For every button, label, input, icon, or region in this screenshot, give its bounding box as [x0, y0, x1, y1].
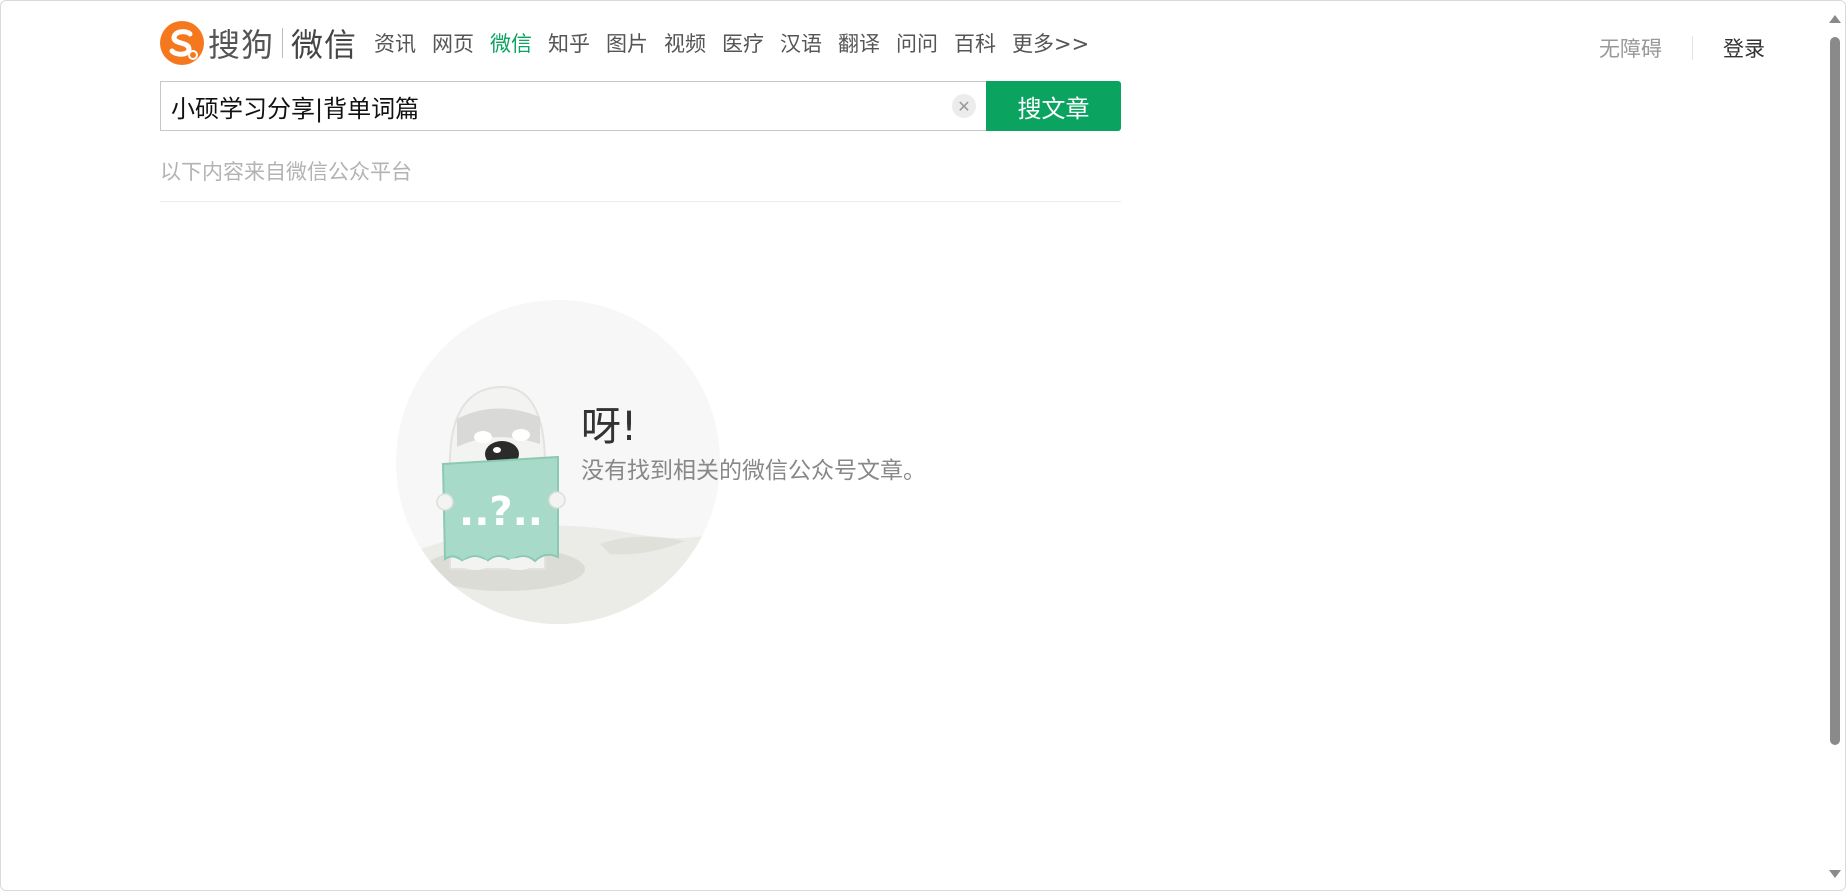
nav-item-wenwen[interactable]: 问问: [896, 29, 938, 59]
browser-page: 搜狗 微信 资讯 网页 微信 知乎 图片 视频 医疗 汉语 翻译 问问 百科 更…: [0, 0, 1846, 891]
header-divider: [160, 201, 1121, 202]
mascot-right-eye: [512, 429, 530, 441]
clear-search-icon[interactable]: ✕: [952, 94, 976, 118]
mascot-right-paw: [548, 491, 566, 509]
nav-item-images[interactable]: 图片: [606, 29, 648, 59]
accessibility-link[interactable]: 无障碍: [1599, 33, 1662, 63]
mascot-nose-highlight: [493, 447, 501, 453]
empty-state-message: 没有找到相关的微信公众号文章。: [581, 458, 926, 484]
logo-brand-text: 搜狗: [208, 26, 275, 64]
nav-item-zhihu[interactable]: 知乎: [548, 29, 590, 59]
mascot-left-eye: [474, 431, 492, 443]
nav-item-hanyu[interactable]: 汉语: [780, 29, 822, 59]
mascot-sign-text: ..?..: [459, 489, 543, 535]
nav-item-news[interactable]: 资讯: [374, 29, 416, 59]
sogou-weixin-logo[interactable]: 搜狗 微信: [160, 19, 357, 67]
mascot-left-foot: [461, 558, 489, 570]
empty-state-title: 呀!: [581, 404, 638, 450]
top-right-divider: [1692, 36, 1693, 60]
vertical-scrollbar[interactable]: [1825, 1, 1845, 890]
search-input[interactable]: [171, 82, 931, 130]
mascot-left-paw: [436, 493, 454, 511]
nav-item-baike[interactable]: 百科: [954, 29, 996, 59]
nav-item-translate[interactable]: 翻译: [838, 29, 880, 59]
nav-item-weixin[interactable]: 微信: [490, 29, 532, 59]
scroll-down-arrow-icon[interactable]: [1829, 870, 1841, 878]
top-right-links: 无障碍 登录: [1599, 33, 1765, 63]
login-link[interactable]: 登录: [1723, 33, 1765, 63]
mascot-right-foot: [505, 558, 533, 570]
nav-item-video[interactable]: 视频: [664, 29, 706, 59]
top-nav: 资讯 网页 微信 知乎 图片 视频 医疗 汉语 翻译 问问 百科 更多>>: [374, 29, 1105, 59]
logo-product-text: 微信: [291, 26, 358, 64]
logo-divider: [282, 28, 284, 58]
source-note: 以下内容来自微信公众平台: [160, 160, 412, 184]
sogou-s-icon: [160, 21, 204, 65]
nav-item-more[interactable]: 更多>>: [1012, 29, 1089, 59]
search-articles-button[interactable]: 搜文章: [986, 81, 1121, 131]
search-box: ✕: [160, 81, 986, 131]
nav-item-medical[interactable]: 医疗: [722, 29, 764, 59]
scroll-up-arrow-icon[interactable]: [1829, 15, 1841, 23]
nav-item-web[interactable]: 网页: [432, 29, 474, 59]
scrollbar-thumb[interactable]: [1830, 37, 1840, 745]
